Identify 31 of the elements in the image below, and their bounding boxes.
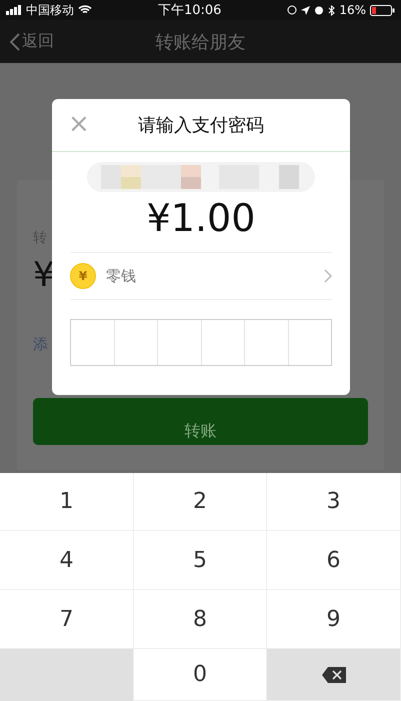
coin-icon: ¥ [70, 263, 96, 289]
digit-key[interactable]: 2 [134, 473, 267, 531]
wifi-icon [78, 5, 92, 15]
digit-key[interactable]: 3 [267, 473, 401, 531]
dialog-title: 请输入支付密码 [138, 114, 264, 137]
carrier-name: 中国移动 [26, 2, 74, 18]
status-time: 下午10:06 [158, 2, 222, 19]
bluetooth-icon [328, 4, 336, 16]
page-title: 转账给朋友 [156, 30, 246, 54]
payment-amount: ¥1.00 [146, 196, 256, 240]
payment-method: 零钱 [106, 266, 137, 286]
digit-key[interactable]: 4 [0, 531, 134, 590]
back-chevron-icon [10, 32, 20, 50]
signal-icon [6, 5, 22, 15]
battery-icon [370, 4, 396, 16]
digit-key[interactable]: 1 [0, 473, 134, 531]
currency-symbol: ¥ [33, 256, 55, 296]
digit-key[interactable]: 5 [134, 531, 267, 590]
digit-key[interactable]: 0 [134, 649, 267, 701]
password-field[interactable] [70, 319, 332, 366]
backspace-key[interactable] [267, 649, 401, 701]
payment-method-row[interactable]: ¥ 零钱 [70, 252, 332, 300]
transfer-button[interactable]: 转账 [33, 398, 368, 446]
location-icon [301, 6, 310, 14]
battery-percent: 16% [339, 3, 366, 17]
digit-key[interactable]: 6 [267, 531, 401, 590]
digit-key[interactable]: 7 [0, 590, 134, 649]
backspace-icon [320, 666, 346, 684]
digit-key[interactable]: 8 [134, 590, 267, 649]
chevron-icon [324, 269, 332, 283]
digit-key[interactable]: 9 [267, 590, 401, 649]
